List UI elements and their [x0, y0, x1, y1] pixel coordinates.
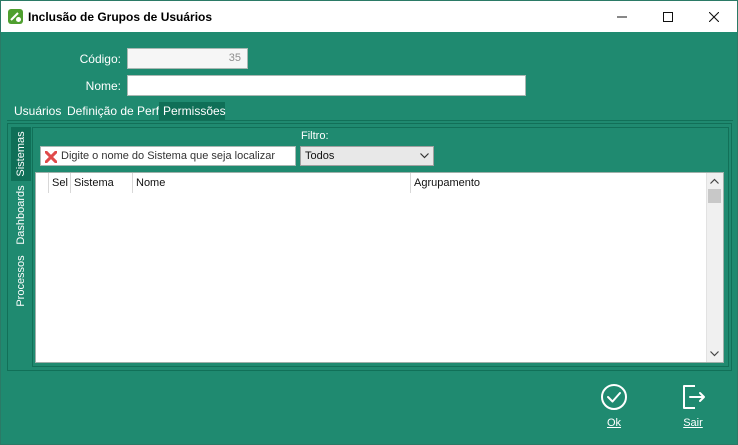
side-tab-sistemas[interactable]: Sistemas	[11, 127, 31, 181]
systems-grid[interactable]: Sel Sistema Nome Agrupamento	[35, 172, 724, 363]
side-tab-sistemas-label: Sistemas	[15, 131, 27, 177]
sair-label: Sair	[683, 417, 703, 429]
close-button[interactable]	[691, 1, 737, 32]
ok-label: Ok	[606, 417, 622, 429]
codigo-field: 35	[127, 48, 248, 69]
tab-permissoes[interactable]: Permissões	[159, 102, 226, 120]
tab-usuarios[interactable]: Usuários	[10, 102, 65, 120]
column-sistema[interactable]: Sistema	[70, 173, 132, 193]
column-nome[interactable]: Nome	[132, 173, 410, 193]
minimize-button[interactable]	[599, 1, 645, 32]
column-agrupamento[interactable]: Agrupamento	[410, 173, 708, 193]
tab-divider	[7, 120, 733, 121]
chevron-down-icon	[420, 153, 429, 159]
side-tab-dashboards[interactable]: Dashboards	[11, 182, 31, 248]
scroll-thumb[interactable]	[708, 189, 721, 203]
ok-button[interactable]: Ok	[594, 381, 634, 435]
system-search-input[interactable]: Digite o nome do Sistema que seja locali…	[40, 146, 296, 166]
scroll-down-icon[interactable]	[710, 351, 719, 357]
maximize-button[interactable]	[645, 1, 691, 32]
column-sel[interactable]: Sel	[48, 173, 70, 193]
tab-definicao-de-perfil[interactable]: Definição de Perfil	[63, 102, 168, 120]
filter-label: Filtro:	[301, 130, 329, 142]
nome-label: Nome:	[85, 79, 121, 93]
minimize-icon	[617, 16, 627, 17]
scroll-up-icon[interactable]	[710, 178, 719, 184]
app-icon	[8, 9, 23, 24]
title-bar[interactable]: Inclusão de Grupos de Usuários	[1, 1, 737, 32]
window-title: Inclusão de Grupos de Usuários	[28, 10, 213, 24]
codigo-label: Código:	[79, 52, 121, 66]
nome-input[interactable]	[127, 75, 526, 96]
exit-icon	[683, 385, 705, 409]
filter-select[interactable]: Todos	[300, 146, 434, 166]
side-tab-processos[interactable]: Processos	[11, 251, 31, 311]
search-placeholder: Digite o nome do Sistema que seja locali…	[61, 150, 276, 162]
close-icon	[709, 11, 719, 22]
check-circle-icon	[601, 384, 627, 410]
sair-button[interactable]: Sair	[673, 381, 713, 435]
grid-scrollbar[interactable]	[706, 173, 723, 362]
side-tab-processos-label: Processos	[15, 255, 27, 307]
filter-selected-value: Todos	[305, 150, 335, 162]
dialog-window: Inclusão de Grupos de Usuários Código: 3…	[0, 0, 738, 445]
side-tab-dashboards-label: Dashboards	[15, 185, 27, 245]
clear-icon[interactable]	[45, 151, 57, 163]
maximize-icon	[663, 11, 673, 22]
